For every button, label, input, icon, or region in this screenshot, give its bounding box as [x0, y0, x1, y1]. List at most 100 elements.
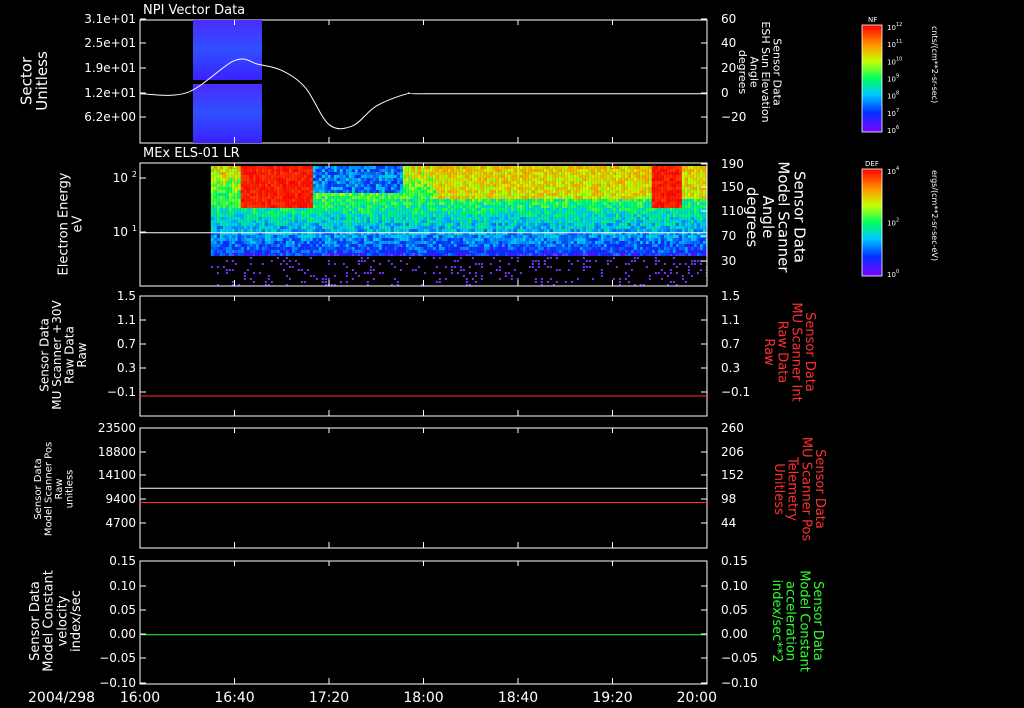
spectrogram-cell — [561, 187, 565, 190]
spectrogram-cell — [477, 254, 480, 256]
left-axis-label-line: Unitless — [33, 51, 51, 111]
spectrogram-cell — [336, 175, 340, 178]
spectrogram-cell — [657, 172, 661, 175]
spectrogram-cell — [507, 223, 511, 226]
spectrogram-cell — [459, 202, 463, 205]
spectrogram-cell — [570, 190, 574, 193]
spectrogram-cell — [516, 199, 520, 202]
spectrogram-cell — [276, 229, 280, 232]
spectrogram-cell — [633, 223, 637, 226]
spectrogram-cell — [297, 196, 301, 199]
spectrogram-cell — [324, 278, 327, 280]
spectrogram-cell — [636, 196, 640, 199]
spectrogram-cell — [216, 172, 220, 175]
spectrogram-cell — [630, 253, 634, 256]
spectrogram-cell — [663, 241, 667, 244]
spectrogram-cell — [618, 229, 622, 232]
spectrogram-cell — [249, 187, 253, 190]
spectrogram-cell — [447, 253, 451, 256]
spectrogram-cell — [459, 226, 463, 229]
spectrogram-cell — [357, 226, 361, 229]
spectrogram-cell — [456, 247, 460, 250]
spectrogram-cell — [654, 178, 658, 181]
spectrogram-cell — [282, 241, 286, 244]
spectrogram-cell — [300, 202, 304, 205]
spectrogram-cell — [411, 244, 415, 247]
spectrogram-cell — [615, 175, 619, 178]
spectrogram-cell — [453, 250, 457, 253]
spectrogram-cell — [546, 235, 550, 238]
spectrogram-cell — [543, 211, 547, 214]
spectrogram-cell — [339, 244, 343, 247]
spectrogram-cell — [522, 250, 526, 253]
spectrogram-cell — [309, 184, 313, 187]
spectrogram-cell — [585, 217, 589, 220]
spectrogram-cell — [591, 229, 595, 232]
spectrogram-cell — [504, 241, 508, 244]
spectrogram-cell — [279, 184, 283, 187]
spectrogram-cell — [381, 172, 385, 175]
spectrogram-cell — [594, 235, 598, 238]
spectrogram-cell — [516, 175, 520, 178]
spectrogram-cell — [225, 238, 229, 241]
spectrogram-cell — [510, 278, 513, 280]
spectrogram-cell — [603, 223, 607, 226]
spectrogram-cell — [624, 272, 627, 274]
spectrogram-cell — [555, 178, 559, 181]
spectrogram-cell — [264, 193, 268, 196]
spectrogram-cell — [516, 223, 520, 226]
spectrogram-cell — [450, 244, 454, 247]
spectrogram-cell — [663, 199, 667, 202]
spectrogram-cell — [414, 269, 417, 271]
spectrogram-cell — [396, 214, 400, 217]
spectrogram-cell — [393, 175, 397, 178]
spectrogram-cell — [516, 244, 520, 247]
spectrogram-cell — [345, 241, 349, 244]
spectrogram-cell — [423, 208, 427, 211]
spectrogram-cell — [312, 223, 316, 226]
spectrogram-cell — [618, 247, 622, 250]
spectrogram-cell — [672, 205, 676, 208]
spectrogram-cell — [564, 281, 567, 283]
spectrogram-cell — [669, 244, 673, 247]
spectrogram-cell — [396, 281, 399, 283]
spectrogram-cell — [492, 187, 496, 190]
spectrogram-cell — [516, 202, 520, 205]
spectrogram-cell — [396, 178, 400, 181]
spectrogram-cell — [426, 229, 430, 232]
spectrogram-cell — [294, 217, 298, 220]
spectrogram-cell — [660, 250, 664, 253]
spectrogram-cell — [477, 205, 481, 208]
spectrogram-cell — [513, 241, 517, 244]
spectrogram-cell — [459, 253, 463, 256]
spectrogram-cell — [630, 193, 634, 196]
spectrogram-cell — [609, 241, 613, 244]
spectrogram-cell — [300, 229, 304, 232]
spectrogram-cell — [498, 202, 502, 205]
spectrogram-cell — [225, 223, 229, 226]
spectrogram-cell — [210, 196, 214, 199]
spectrogram-cell — [213, 181, 217, 184]
spectrogram-cell — [270, 208, 274, 211]
spectrogram-cell — [648, 220, 652, 223]
spectrogram-cell — [549, 241, 553, 244]
spectrogram-cell — [267, 226, 271, 229]
spectrogram-cell — [669, 196, 673, 199]
spectrogram-cell — [507, 263, 510, 265]
spectrogram-cell — [411, 169, 415, 172]
spectrogram-cell — [591, 223, 595, 226]
spectrogram-cell — [654, 244, 658, 247]
spectrogram-cell — [588, 244, 592, 247]
spectrogram-cell — [591, 193, 595, 196]
spectrogram-cell — [258, 247, 262, 250]
spectrogram-cell — [333, 181, 337, 184]
spectrogram-cell — [240, 220, 244, 223]
spectrogram-cell — [504, 272, 507, 274]
spectrogram-cell — [282, 223, 286, 226]
spectrogram-cell — [558, 269, 561, 271]
spectrogram-cell — [474, 169, 478, 172]
spectrogram-cell — [453, 266, 456, 268]
spectrogram-cell — [327, 196, 331, 199]
spectrogram-cell — [366, 178, 370, 181]
spectrogram-cell — [252, 205, 256, 208]
